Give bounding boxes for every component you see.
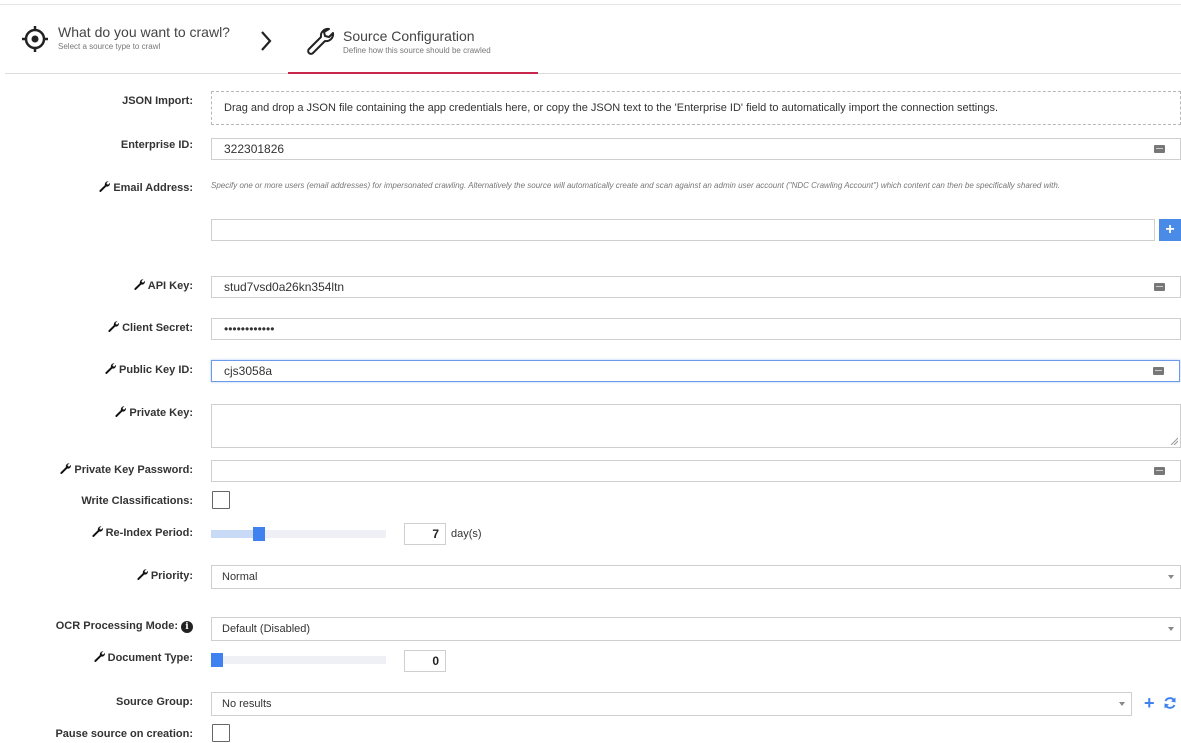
resize-handle-icon[interactable] bbox=[1170, 437, 1178, 445]
priority-selected-value: Normal bbox=[222, 571, 258, 583]
keyboard-icon[interactable] bbox=[1154, 283, 1165, 291]
email-address-hint: Specify one or more users (email address… bbox=[211, 181, 1061, 190]
wizard-step-source-configuration[interactable]: Source Configuration Define how this sou… bbox=[305, 26, 491, 56]
step2-subtitle: Define how this source should be crawled bbox=[343, 46, 491, 55]
active-step-indicator bbox=[288, 72, 538, 74]
keyboard-icon[interactable] bbox=[1154, 145, 1165, 153]
refresh-icon[interactable] bbox=[1163, 696, 1177, 710]
api-key-value: stud7vsd0a26kn354ltn bbox=[224, 280, 345, 294]
info-icon[interactable]: i bbox=[181, 621, 193, 633]
add-source-group-button[interactable]: + bbox=[1144, 694, 1155, 712]
top-divider bbox=[0, 4, 1181, 5]
enterprise-id-field[interactable]: 322301826 bbox=[211, 138, 1181, 160]
ocr-processing-mode-select[interactable]: Default (Disabled) bbox=[211, 617, 1181, 641]
source-group-select[interactable]: No results bbox=[211, 692, 1132, 716]
chevron-down-icon bbox=[1119, 702, 1125, 706]
public-key-id-label: Public Key ID: bbox=[105, 363, 193, 377]
email-address-input[interactable] bbox=[211, 219, 1155, 241]
wrench-icon bbox=[105, 363, 117, 374]
document-type-slider[interactable] bbox=[211, 653, 386, 667]
wrench-icon bbox=[134, 279, 145, 290]
json-import-dropzone[interactable]: Drag and drop a JSON file containing the… bbox=[211, 91, 1181, 125]
document-type-input[interactable]: 0 bbox=[404, 650, 446, 672]
wrench-icon bbox=[99, 181, 111, 192]
write-classifications-checkbox[interactable] bbox=[212, 491, 230, 509]
wrench-icon bbox=[307, 27, 335, 55]
document-type-slider-handle[interactable] bbox=[211, 653, 223, 667]
wrench-icon bbox=[108, 321, 120, 332]
wrench-icon bbox=[91, 526, 103, 537]
priority-select[interactable]: Normal bbox=[211, 565, 1181, 589]
reindex-period-input[interactable]: 7 bbox=[404, 523, 446, 545]
step1-title: What do you want to crawl? bbox=[58, 24, 230, 40]
add-email-button[interactable]: + bbox=[1159, 219, 1181, 241]
email-address-label: Email Address: bbox=[99, 181, 193, 195]
client-secret-label: Client Secret: bbox=[108, 321, 193, 335]
chevron-down-icon bbox=[1168, 627, 1174, 631]
api-key-label: API Key: bbox=[134, 279, 193, 293]
ocr-processing-mode-label: OCR Processing Mode: i bbox=[56, 619, 193, 633]
private-key-password-field[interactable] bbox=[211, 460, 1181, 482]
reindex-period-unit: day(s) bbox=[451, 528, 482, 540]
target-icon bbox=[22, 26, 48, 52]
json-import-label: JSON Import: bbox=[122, 95, 193, 107]
enterprise-id-value: 322301826 bbox=[224, 142, 285, 156]
step1-subtitle: Select a source type to crawl bbox=[58, 42, 161, 51]
private-key-textarea[interactable] bbox=[211, 404, 1181, 448]
enterprise-id-label: Enterprise ID: bbox=[120, 139, 193, 151]
pause-source-checkbox[interactable] bbox=[212, 724, 230, 742]
private-key-password-label: Private Key Password: bbox=[60, 463, 193, 477]
reindex-period-label: Re-Index Period: bbox=[91, 526, 193, 540]
reindex-slider-handle[interactable] bbox=[253, 527, 265, 541]
pause-source-label: Pause source on creation: bbox=[55, 728, 193, 740]
write-classifications-label: Write Classifications: bbox=[81, 495, 193, 507]
step2-title: Source Configuration bbox=[343, 28, 475, 44]
public-key-id-field[interactable]: cjs3058a bbox=[211, 360, 1180, 382]
wrench-icon bbox=[115, 406, 127, 417]
source-group-selected-value: No results bbox=[222, 698, 272, 710]
document-type-label: Document Type: bbox=[94, 651, 193, 665]
keyboard-icon[interactable] bbox=[1153, 367, 1164, 375]
public-key-id-value: cjs3058a bbox=[224, 364, 273, 378]
api-key-field[interactable]: stud7vsd0a26kn354ltn bbox=[211, 276, 1181, 298]
wrench-icon bbox=[60, 463, 72, 474]
reindex-slider-fill bbox=[211, 530, 259, 538]
private-key-label: Private Key: bbox=[115, 406, 193, 420]
chevron-down-icon bbox=[1168, 575, 1174, 579]
ocr-selected-value: Default (Disabled) bbox=[222, 623, 311, 635]
chevron-right-icon bbox=[261, 31, 272, 51]
keyboard-icon[interactable] bbox=[1154, 467, 1165, 475]
reindex-period-slider[interactable] bbox=[211, 527, 386, 541]
wrench-icon bbox=[94, 651, 105, 662]
wizard-step-select-source[interactable]: What do you want to crawl? Select a sour… bbox=[22, 24, 230, 52]
client-secret-field[interactable]: •••••••••••• bbox=[211, 318, 1181, 340]
priority-label: Priority: bbox=[137, 569, 193, 583]
wrench-icon bbox=[137, 569, 148, 580]
wizard-divider bbox=[5, 73, 1181, 74]
source-group-label: Source Group: bbox=[115, 696, 193, 708]
